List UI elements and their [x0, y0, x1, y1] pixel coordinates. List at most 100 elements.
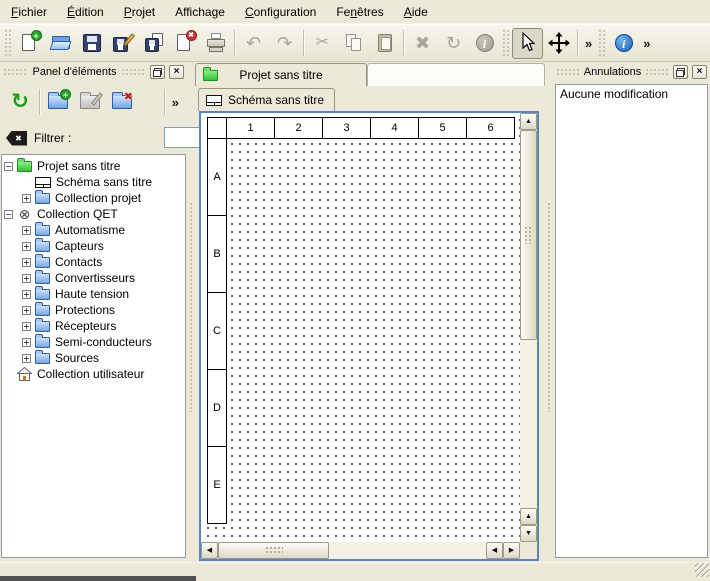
- diagram-canvas[interactable]: 123456 ABCDE: [201, 113, 520, 542]
- scroll-right-button[interactable]: ▶: [503, 542, 520, 559]
- tree-item-semi-conducteurs[interactable]: +Semi-conducteurs: [2, 334, 185, 350]
- paste-button: [369, 28, 400, 59]
- menu-fenetres[interactable]: Fenêtres: [329, 2, 390, 22]
- expander-icon[interactable]: +: [22, 274, 31, 283]
- menu-projet[interactable]: Projet: [117, 2, 162, 22]
- dock-texture: [121, 68, 146, 77]
- folder-icon: [35, 241, 50, 252]
- tree-item-contacts[interactable]: +Contacts: [2, 254, 185, 270]
- tree-item-label: Collection QET: [37, 207, 118, 221]
- tree-item-collection-utilisateur[interactable]: Collection utilisateur: [2, 366, 185, 382]
- tree-item-label: Sources: [55, 351, 99, 365]
- expander-icon[interactable]: +: [22, 258, 31, 267]
- expander-icon[interactable]: +: [22, 290, 31, 299]
- right-splitter[interactable]: [545, 62, 553, 562]
- reload-icon: ↻: [9, 91, 31, 113]
- clear-filter-icon[interactable]: ✖: [6, 131, 27, 146]
- close-panel-button[interactable]: ×: [169, 65, 184, 79]
- tree-item-protections[interactable]: + Protections: [2, 302, 185, 318]
- expander-icon[interactable]: −: [4, 162, 13, 171]
- undo-panel: Annulations × Aucune modification: [553, 62, 710, 562]
- elements-panel-header: Panel d'éléments ×: [0, 62, 187, 82]
- scroll-left-button-2[interactable]: ◀: [486, 542, 503, 559]
- scroll-up-button-2[interactable]: ▲: [520, 508, 537, 525]
- vertical-scroll-thumb[interactable]: [520, 130, 537, 340]
- vertical-scrollbar[interactable]: ▲ ▲ ▼: [520, 113, 537, 542]
- save-as-button[interactable]: [107, 28, 138, 59]
- open-file-button[interactable]: [45, 28, 76, 59]
- tree-item-sources[interactable]: + Sources: [2, 350, 185, 366]
- expander-icon[interactable]: +: [22, 338, 31, 347]
- undo-list-item[interactable]: Aucune modification: [556, 85, 707, 103]
- tab-schema[interactable]: Schéma sans titre: [198, 88, 335, 111]
- horizontal-scrollbar[interactable]: ◀ ◀ ▶: [201, 542, 520, 559]
- toolbar-separator: [39, 89, 40, 115]
- tab-project[interactable]: Projet sans titre: [195, 63, 367, 86]
- float-panel-button[interactable]: [673, 65, 688, 79]
- down-arrow-icon: ▼: [525, 530, 532, 537]
- toolbar-overflow-button[interactable]: »: [581, 36, 596, 51]
- size-grip[interactable]: [695, 563, 709, 577]
- rotate-icon: ↻: [443, 32, 465, 54]
- folder-icon: [35, 321, 50, 332]
- tree-item-collection-qet[interactable]: −⊗Collection QET: [2, 206, 185, 222]
- info-blue-icon: i: [613, 32, 635, 54]
- project-folder-icon: [17, 161, 32, 172]
- column-header-4: 4: [370, 117, 419, 139]
- scroll-up-button[interactable]: ▲: [520, 113, 537, 130]
- tree-item-projet-sans-titre[interactable]: −Projet sans titre: [2, 158, 185, 174]
- tree-item-haute-tension[interactable]: +Haute tension: [2, 286, 185, 302]
- toolbar-overflow-button[interactable]: »: [168, 95, 183, 110]
- left-splitter[interactable]: [187, 62, 195, 562]
- new-category-button[interactable]: +: [43, 86, 75, 118]
- print-button[interactable]: [200, 28, 231, 59]
- reload-collections-button[interactable]: ↻: [4, 86, 36, 118]
- delete-category-button[interactable]: ✖: [107, 86, 139, 118]
- toolbar-separator: [577, 30, 578, 56]
- close-panel-button[interactable]: ×: [692, 65, 707, 79]
- expander-icon[interactable]: +: [22, 226, 31, 235]
- folder-icon: [35, 257, 50, 268]
- save-button[interactable]: [76, 28, 107, 59]
- close-file-button[interactable]: ✖: [169, 28, 200, 59]
- menu-configuration[interactable]: Configuration: [238, 2, 323, 22]
- expander-icon[interactable]: +: [22, 242, 31, 251]
- menu-aide[interactable]: Aide: [397, 2, 435, 22]
- diagram-view: 123456 ABCDE ▲ ▲ ▼ ◀ ◀ ▶: [199, 111, 539, 561]
- expander-icon[interactable]: +: [22, 354, 31, 363]
- horizontal-scroll-thumb[interactable]: [218, 542, 329, 559]
- visualisation-mode-button[interactable]: [543, 28, 574, 59]
- tree-item-automatisme[interactable]: +Automatisme: [2, 222, 185, 238]
- toolbar-handle[interactable]: [598, 29, 606, 57]
- expander-icon[interactable]: +: [22, 322, 31, 331]
- tree-item-recepteurs[interactable]: +Récepteurs: [2, 318, 185, 334]
- folder-delete-icon: ✖: [112, 91, 134, 113]
- menu-edition[interactable]: Édition: [60, 2, 111, 22]
- about-qet-button[interactable]: i: [608, 28, 639, 59]
- menu-affichage[interactable]: Affichage: [168, 2, 232, 22]
- tab-project-label: Projet sans titre: [239, 68, 322, 82]
- tree-item-capteurs[interactable]: +Capteurs: [2, 238, 185, 254]
- toolbar-handle[interactable]: [4, 29, 12, 57]
- menu-fichier[interactable]: Fichier: [4, 2, 54, 22]
- scroll-down-button[interactable]: ▼: [520, 525, 537, 542]
- folder-icon: [35, 353, 50, 364]
- expander-icon[interactable]: +: [22, 194, 31, 203]
- float-panel-button[interactable]: [150, 65, 165, 79]
- tree-item-schema-sans-titre[interactable]: Schéma sans titre: [2, 174, 185, 190]
- new-document-button[interactable]: +: [14, 28, 45, 59]
- toolbar-overflow-button[interactable]: »: [639, 36, 654, 51]
- tree-item-collection-projet[interactable]: +Collection projet: [2, 190, 185, 206]
- tree-item-label: Protections: [55, 303, 115, 317]
- tree-item-convertisseurs[interactable]: +Convertisseurs: [2, 270, 185, 286]
- toolbar-handle[interactable]: [502, 29, 510, 57]
- restore-icon: [676, 68, 685, 77]
- expander-icon[interactable]: +: [22, 306, 31, 315]
- delete-selection-button: ✖: [407, 28, 438, 59]
- save-all-button[interactable]: [138, 28, 169, 59]
- schema-icon: [206, 95, 222, 106]
- selection-properties-button: i: [469, 28, 500, 59]
- scroll-left-button[interactable]: ◀: [201, 542, 218, 559]
- expander-icon[interactable]: −: [4, 210, 13, 219]
- selection-mode-button[interactable]: [512, 28, 543, 59]
